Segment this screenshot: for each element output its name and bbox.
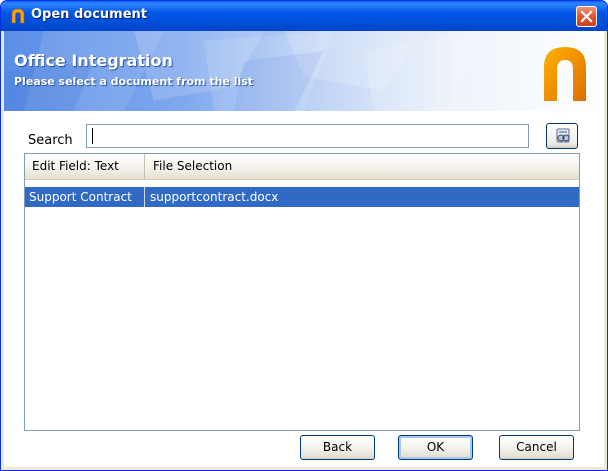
app-logo-icon (11, 8, 25, 24)
text-caret (92, 128, 93, 144)
arch-logo-icon (544, 47, 586, 101)
column-header-edit-field-text[interactable]: Edit Field: Text (25, 154, 145, 179)
cancel-button[interactable]: Cancel (499, 435, 574, 460)
document-list[interactable]: Edit Field: Text File Selection Support … (24, 153, 580, 431)
banner-heading: Office Integration (14, 51, 173, 70)
banner-subtitle: Please select a document from the list (14, 75, 254, 88)
back-button[interactable]: Back (300, 435, 375, 460)
open-document-dialog: Open document Office Integration Please … (0, 0, 608, 471)
search-button[interactable] (546, 123, 578, 149)
title-bar[interactable]: Open document (1, 1, 607, 31)
close-icon (580, 10, 593, 23)
search-input[interactable] (86, 124, 529, 148)
list-header: Edit Field: Text File Selection (25, 154, 579, 180)
ok-button[interactable]: OK (398, 435, 473, 460)
window-title: Open document (31, 7, 147, 22)
header-banner: Office Integration Please select a docum… (4, 31, 604, 111)
close-button[interactable] (576, 6, 597, 27)
search-binoculars-icon (556, 128, 570, 143)
list-item[interactable]: Support Contract supportcontract.docx (25, 187, 579, 207)
search-label: Search (28, 133, 73, 148)
column-header-file-selection[interactable]: File Selection (146, 154, 326, 179)
banner-decoration (4, 31, 474, 111)
list-item-text: Support Contract (25, 187, 145, 207)
list-item-file: supportcontract.docx (150, 190, 279, 204)
dialog-content: Office Integration Please select a docum… (4, 31, 604, 467)
